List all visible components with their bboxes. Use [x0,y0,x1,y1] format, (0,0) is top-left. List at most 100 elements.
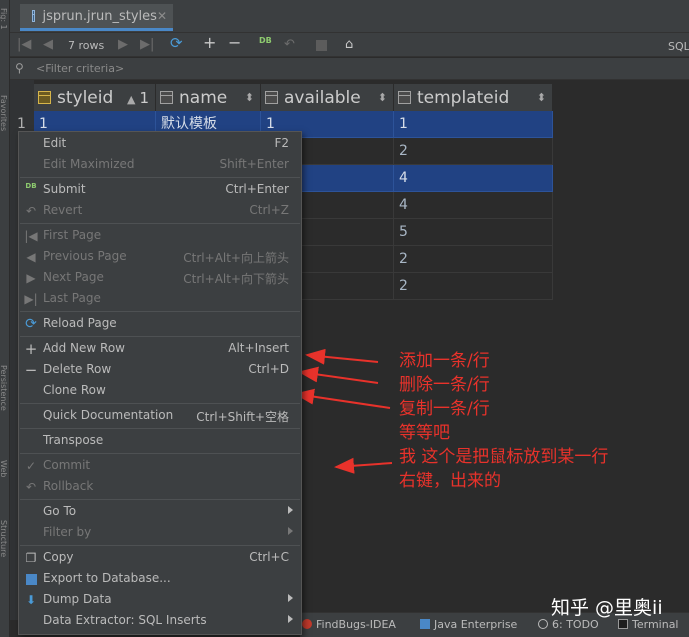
sort-icon[interactable]: ⬍ [245,91,254,104]
submit-db-icon: DB [25,182,37,190]
menu-separator [20,311,300,312]
menu-separator [20,428,300,429]
add-icon: + [24,340,38,358]
cell-templateid[interactable]: 2 [394,273,553,300]
menu-item-go-to[interactable]: Go To [19,502,301,523]
delete-row-icon[interactable]: − [228,34,241,52]
reload-icon[interactable]: ⟳ [170,34,183,52]
column-icon [265,91,278,104]
tab-label: jsprun.jrun_styles [42,8,157,24]
download-icon: ⬇ [25,593,37,607]
side-label-structure[interactable]: Structure [0,520,8,557]
menu-separator [20,453,300,454]
side-label-persistence[interactable]: Persistence [0,365,8,411]
menu-item-delete-row[interactable]: − Delete Row Ctrl+D [19,360,301,381]
menu-item-rollback[interactable]: ↶ Rollback [19,477,301,498]
annotation-note-2: 右键，出来的 [399,471,501,491]
menu-item-edit[interactable]: Edit F2 [19,134,301,155]
revert-icon[interactable]: ↶ [284,36,295,54]
submenu-arrow-icon [288,527,293,535]
editor-tab-bar: jsprun.jrun_styles ✕ [10,0,689,33]
menu-item-add-new-row[interactable]: + Add New Row Alt+Insert [19,339,301,360]
prev-page-icon[interactable]: ◀ [43,36,53,54]
tab-jsprun-jrun-styles[interactable]: jsprun.jrun_styles ✕ [20,4,173,31]
column-header-available[interactable]: available ⬍ [261,84,394,111]
menu-item-revert[interactable]: ↶ Revert Ctrl+Z [19,201,301,222]
filter-icon[interactable]: ⚲ [15,61,24,75]
export-icon [26,574,37,585]
column-name: styleid [57,87,114,108]
menu-item-submit[interactable]: DB Submit Ctrl+Enter [19,180,301,201]
submenu-arrow-icon [288,594,293,602]
revert-icon: ↶ [25,204,37,218]
submit-db-icon[interactable]: DB [259,37,272,45]
filter-input[interactable]: <Filter criteria> [36,62,124,75]
cell-templateid[interactable]: 4 [394,165,553,192]
column-name: available [284,87,361,108]
rollback-icon: ↶ [25,480,37,494]
row-count-label[interactable]: 7 rows [68,37,104,55]
java-enterprise-tab[interactable]: Java Enterprise [420,618,517,631]
cell-templateid[interactable]: 5 [394,219,553,246]
side-label-web[interactable]: Web [0,460,8,477]
menu-item-data-extractor[interactable]: Data Extractor: SQL Inserts [19,611,301,632]
submenu-arrow-icon [288,615,293,623]
column-header-templateid[interactable]: templateid ⬍ [394,84,553,111]
close-icon[interactable]: ✕ [157,9,167,23]
watermark: 知乎 @里奥ii [551,597,663,619]
add-row-icon[interactable]: + [203,34,216,52]
menu-item-previous-page[interactable]: ◀ Previous Page Ctrl+Alt+向上箭头 [19,247,301,268]
menu-separator [20,336,300,337]
submenu-arrow-icon [288,506,293,514]
findbugs-tab[interactable]: FindBugs-IDEA [302,618,396,631]
bug-icon [302,619,312,629]
menu-separator [20,499,300,500]
side-label-fig[interactable]: Fig: 1 [0,8,8,30]
left-tool-strip: Fig: 1 Favorites Persistence Web Structu… [0,0,10,637]
menu-item-first-page[interactable]: |◀ First Page [19,226,301,247]
annotation-note: 我 这个是把鼠标放到某一行 [399,447,609,467]
sort-icon[interactable]: ⬍ [537,91,546,104]
column-header-name[interactable]: name ⬍ [156,84,261,111]
menu-item-edit-maximized[interactable]: Edit Maximized Shift+Enter [19,155,301,176]
menu-item-dump-data[interactable]: ⬇ Dump Data [19,590,301,611]
context-menu: Edit F2 Edit Maximized Shift+Enter DB Submi… [18,131,302,635]
sql-label[interactable]: SQL [668,38,689,56]
last-page-icon[interactable]: ▶| [140,36,154,54]
sort-icon[interactable]: ⬍ [378,91,387,104]
stop-icon[interactable] [316,40,327,51]
filter-bar: ⚲ <Filter criteria> [10,58,689,80]
sort-ascending-icon[interactable]: ▲ 1 [127,89,149,107]
menu-item-export-to-database[interactable]: Export to Database... [19,569,301,590]
prev-page-icon: ◀ [26,250,36,264]
menu-item-filter-by[interactable]: Filter by [19,523,301,544]
menu-item-next-page[interactable]: ▶ Next Page Ctrl+Alt+向下箭头 [19,268,301,289]
menu-separator [20,545,300,546]
column-icon [160,91,173,104]
cell-templateid[interactable]: 1 [394,111,553,138]
menu-item-reload-page[interactable]: ⟳ Reload Page [19,314,301,335]
check-icon: ✓ [25,459,37,473]
menu-item-transpose[interactable]: Transpose [19,431,301,452]
cell-templateid[interactable]: 2 [394,138,553,165]
menu-separator [20,403,300,404]
java-ee-icon [420,619,430,629]
menu-item-clone-row[interactable]: Clone Row [19,381,301,402]
annotation-delete: 删除一条/行 [399,375,490,395]
next-page-icon[interactable]: ▶ [118,36,128,54]
side-label-favorites[interactable]: Favorites [0,95,8,131]
menu-item-last-page[interactable]: ▶| Last Page [19,289,301,310]
annotation-etc: 等等吧 [399,423,450,443]
menu-separator [20,177,300,178]
menu-item-commit[interactable]: ✓ Commit [19,456,301,477]
cell-templateid[interactable]: 2 [394,246,553,273]
cell-templateid[interactable]: 4 [394,192,553,219]
terminal-icon [618,619,628,629]
lock-icon[interactable]: ⌂ [345,36,353,54]
column-header-styleid[interactable]: styleid ▲ 1 [34,84,156,111]
menu-item-copy[interactable]: ❐ Copy Ctrl+C [19,548,301,569]
first-page-icon[interactable]: |◀ [17,36,31,54]
menu-item-quick-documentation[interactable]: Quick Documentation Ctrl+Shift+空格 [19,406,301,427]
copy-icon: ❐ [25,551,37,565]
column-name: templateid [417,87,510,108]
